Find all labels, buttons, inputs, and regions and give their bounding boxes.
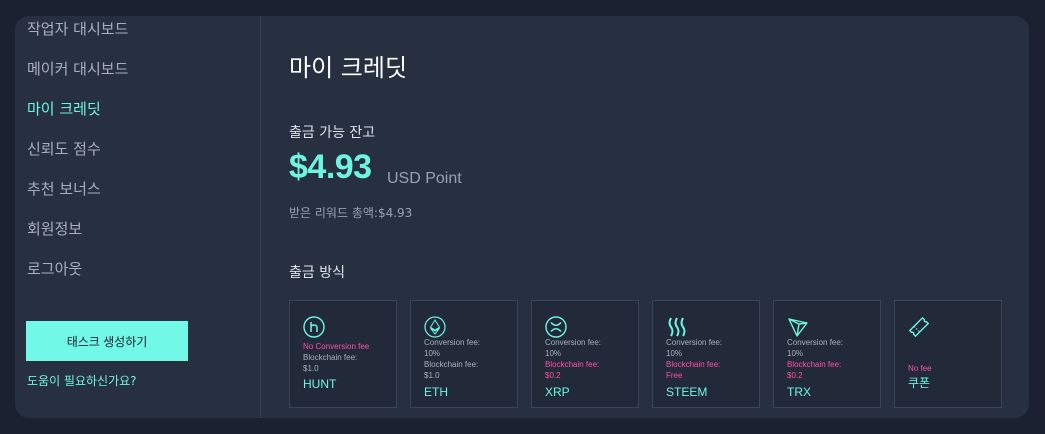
fee-line: Conversion fee: xyxy=(424,338,481,347)
sidebar-item-my-credit[interactable]: 마이 크레딧 xyxy=(27,98,101,119)
fee-line: Blockchain fee: xyxy=(666,360,721,369)
balance-label: 출금 가능 잔고 xyxy=(289,125,376,141)
ticket-icon xyxy=(907,315,931,339)
balance-unit: USD Point xyxy=(387,170,462,187)
help-link[interactable]: 도움이 필요하신가요? xyxy=(27,372,137,389)
create-task-button[interactable]: 태스크 생성하기 xyxy=(26,321,188,361)
steem-icon xyxy=(665,315,689,339)
fee-line: $1.0 xyxy=(424,371,440,380)
sidebar-item-profile[interactable]: 회원정보 xyxy=(27,218,82,239)
fee-line: No Conversion fee xyxy=(303,342,370,351)
hunt-icon xyxy=(302,315,326,339)
sidebar-item-referral-bonus[interactable]: 추천 보너스 xyxy=(27,178,101,199)
fee-line: $0.2 xyxy=(545,371,561,380)
page-title: 마이 크레딧 xyxy=(289,54,408,82)
tron-icon xyxy=(786,315,810,339)
fee-line: Blockchain fee: xyxy=(787,360,842,369)
received-rewards-amount: $4.93 xyxy=(377,206,413,220)
fee-line: Conversion fee: xyxy=(787,338,844,347)
ethereum-icon xyxy=(423,315,447,339)
sidebar-item-maker-dashboard[interactable]: 메이커 대시보드 xyxy=(27,58,128,79)
fee-line: 10% xyxy=(666,349,683,358)
fee-line: Blockchain fee: xyxy=(303,353,358,362)
fee-line: $1.0 xyxy=(303,364,319,373)
credit-panel: 마이 크레딧 출금 가능 잔고 $4.93 USD Point 받은 리워드 총… xyxy=(260,16,1029,418)
fee-line: $0.2 xyxy=(787,371,803,380)
method-name: TRX xyxy=(787,385,811,399)
method-card-trx[interactable]: Conversion fee: 10% Blockchain fee: $0.2… xyxy=(773,300,881,408)
fee-line: Conversion fee: xyxy=(666,338,723,347)
fee-line: Free xyxy=(666,371,683,380)
withdraw-methods-label: 출금 방식 xyxy=(289,265,345,281)
sidebar-item-worker-dashboard[interactable]: 작업자 대시보드 xyxy=(27,18,128,39)
fee-line: Blockchain fee: xyxy=(424,360,479,369)
sidebar-item-trust-score[interactable]: 신뢰도 점수 xyxy=(27,138,101,159)
method-card-coupon[interactable]: No fee 쿠폰 xyxy=(894,300,1002,408)
fee-line: Conversion fee: xyxy=(545,338,602,347)
fee-line: Blockchain fee: xyxy=(545,360,600,369)
received-rewards: 받은 리워드 총액:$4.93 xyxy=(289,204,412,221)
fee-line: No fee xyxy=(908,364,932,373)
method-card-steem[interactable]: Conversion fee: 10% Blockchain fee: Free… xyxy=(652,300,760,408)
main-card: 작업자 대시보드 메이커 대시보드 마이 크레딧 신뢰도 점수 추천 보너스 회… xyxy=(15,16,1029,418)
method-name: XRP xyxy=(545,385,570,399)
fee-line: 10% xyxy=(545,349,562,358)
method-card-hunt[interactable]: No Conversion fee Blockchain fee: $1.0 H… xyxy=(289,300,397,408)
sidebar: 작업자 대시보드 메이커 대시보드 마이 크레딧 신뢰도 점수 추천 보너스 회… xyxy=(15,16,260,418)
method-card-xrp[interactable]: Conversion fee: 10% Blockchain fee: $0.2… xyxy=(531,300,639,408)
method-name: ETH xyxy=(424,385,448,399)
received-rewards-label: 받은 리워드 총액: xyxy=(289,206,378,220)
balance-amount: $4.93 xyxy=(289,148,372,186)
sidebar-item-logout[interactable]: 로그아웃 xyxy=(27,258,82,279)
method-name: 쿠폰 xyxy=(908,376,931,390)
method-card-eth[interactable]: Conversion fee: 10% Blockchain fee: $1.0… xyxy=(410,300,518,408)
fee-line: 10% xyxy=(787,349,804,358)
fee-line: 10% xyxy=(424,349,441,358)
method-name: STEEM xyxy=(666,385,708,399)
method-name: HUNT xyxy=(303,377,337,391)
xrp-icon xyxy=(544,315,568,339)
